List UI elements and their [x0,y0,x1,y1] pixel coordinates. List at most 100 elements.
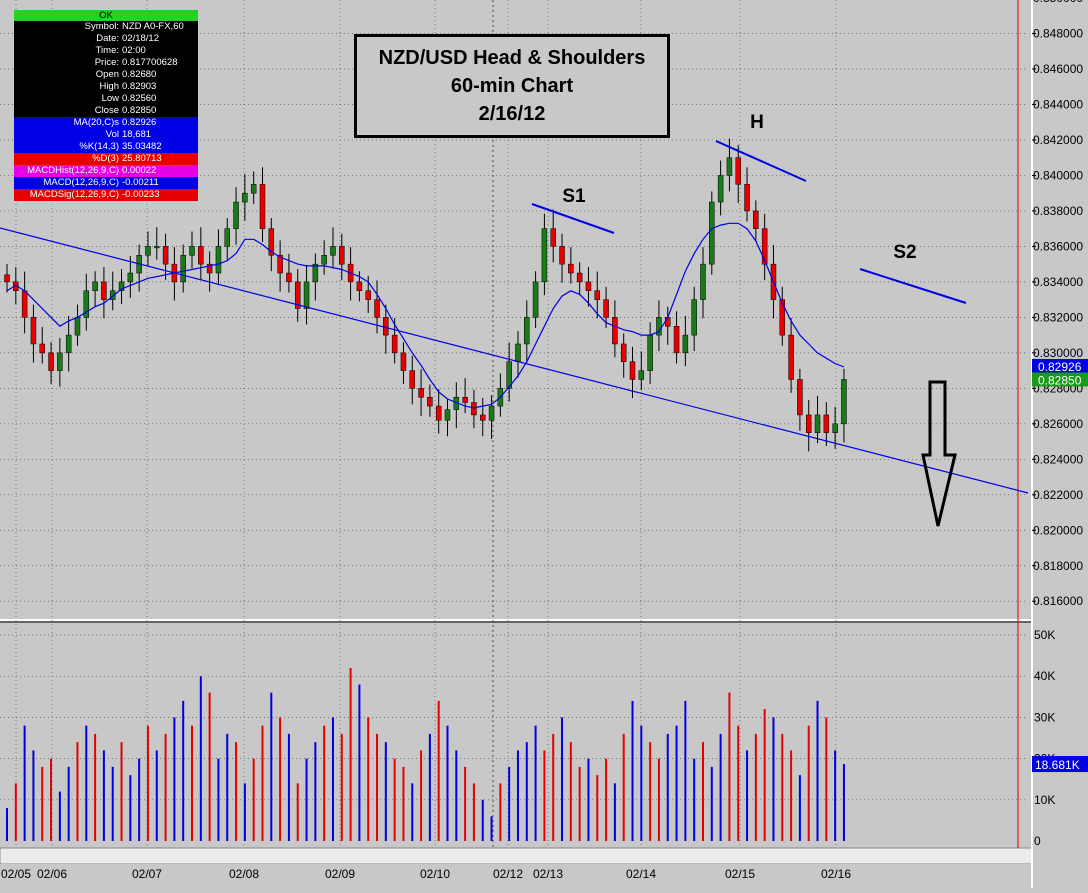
ma-value-label: 0.82926 [1038,360,1082,374]
candle-body [30,317,37,345]
candle-body [303,281,310,309]
data-window-row: MA(20,C)s 0.82926 [14,117,198,129]
candle-body [744,184,750,212]
candle-body [365,290,371,300]
candle-body [65,334,72,354]
candle-body [700,263,706,300]
candle-body [559,246,565,265]
x-tick-label: 02/06 [37,867,67,881]
candle-body [400,352,407,371]
data-window-key: Open [95,69,119,80]
candle-body [312,263,319,283]
candle-body [145,246,151,256]
data-window-value: -0.00233 [122,189,160,200]
candle-body [832,423,838,433]
data-window-row: Symbol: NZD A0-FX,60 [14,21,198,33]
title-line-3: 2/16/12 [478,103,546,125]
candle-body [788,334,794,380]
y-tick-label: 0.820000 [1033,523,1083,537]
data-window-row: MACDSig(12,26,9,C) -0.00233 [14,189,198,201]
y-tick-label: 0.818000 [1033,559,1083,573]
data-window-key: Price: [94,57,119,68]
candle-body [391,334,398,354]
candle-body [224,228,230,247]
candle-body [250,184,257,194]
volume-tick-label: 40K [1034,669,1055,683]
data-window-row: Time: 02:00 [14,45,198,57]
y-tick-label: 0.850000 [1033,0,1083,5]
candle-body [797,379,803,416]
candle-body [57,352,63,371]
data-window-key: MA(20,C)s [73,117,119,128]
candle-body [709,201,715,265]
y-tick-label: 0.822000 [1033,488,1083,502]
candle-body [427,396,433,407]
data-window-row: Low 0.82560 [14,93,198,105]
data-window-row: Date: 02/18/12 [14,33,198,45]
candle-body [550,228,556,247]
data-window-row: Close 0.82850 [14,105,198,117]
data-window-value: 02:00 [122,45,146,56]
candle-body [735,157,741,185]
data-window-row: MACD(12,26,9,C) -0.00211 [14,177,198,189]
y-tick-label: 0.844000 [1033,97,1083,111]
candle-body [4,274,10,283]
x-tick-label: 02/15 [725,867,755,881]
candle-body [541,228,548,283]
data-window-row: %D(3) 25.80713 [14,153,198,165]
data-window-value: -0.00211 [122,177,159,188]
candle-body [814,414,821,433]
data-window-key: MACD(12,26,9,C) [43,177,120,188]
data-window-value: 0.82926 [122,117,157,128]
candle-body [259,184,266,229]
candle-body [339,246,345,265]
data-window-row: Open 0.82680 [14,69,198,81]
candle-body [717,175,724,203]
y-tick-label: 0.832000 [1033,310,1083,324]
data-window-value: 0.817700628 [122,57,178,68]
data-window-key: Vol [105,129,119,140]
candle-body [39,343,45,354]
data-window-value: 0.00022 [122,165,157,176]
chart-root: 0.850000 0.848000 0.846000 0.844000 0.842000… [0,0,1088,888]
candle-body [841,379,847,425]
candle-body [753,210,759,229]
data-window-value: 18,681 [122,129,152,140]
data-window: OK Symbol: NZD A0-FX,60 Date: 02/18/12 Time:… [14,10,198,201]
candle-body [101,281,107,300]
y-tick-label: 0.840000 [1033,168,1083,182]
candle-body [180,255,186,283]
candle-body [409,370,416,389]
candle-body [92,281,98,292]
candle-body [479,414,486,421]
y-tick-label: 0.842000 [1033,133,1083,147]
candle-body [524,317,530,345]
data-window-value: 02/18/12 [122,33,159,44]
candle-body [198,246,204,265]
candle-body [242,192,248,203]
y-tick-label: 0.834000 [1033,275,1083,289]
status-indicator: OK [14,10,198,21]
x-tick-label: 02/08 [229,867,259,881]
candle-body [761,228,768,265]
candle-body [726,157,733,176]
title-box: NZD/USD Head & Shoulders 60-min Chart 2/… [354,34,670,138]
candle-body [418,388,424,398]
candle-body [691,299,697,336]
x-tick-label: 02/07 [132,867,162,881]
data-window-value: 0.82903 [122,81,157,92]
y-tick-label: 0.826000 [1033,417,1083,431]
candle-body [488,405,495,421]
candle-body [515,343,521,362]
title-line-2: 60-min Chart [450,75,574,97]
candle-body [594,290,601,300]
x-tick-label: 02/10 [420,867,450,881]
y-tick-label: 0.846000 [1033,62,1083,76]
candle-body [665,317,671,327]
title-line-1: NZD/USD Head & Shoulders [378,47,646,69]
y-tick-label: 0.848000 [1033,27,1083,41]
annotation-s2: S2 [893,242,916,263]
candle-body [629,361,636,380]
y-tick-label: 0.824000 [1033,452,1083,466]
volume-tick-label: 10K [1034,793,1055,807]
